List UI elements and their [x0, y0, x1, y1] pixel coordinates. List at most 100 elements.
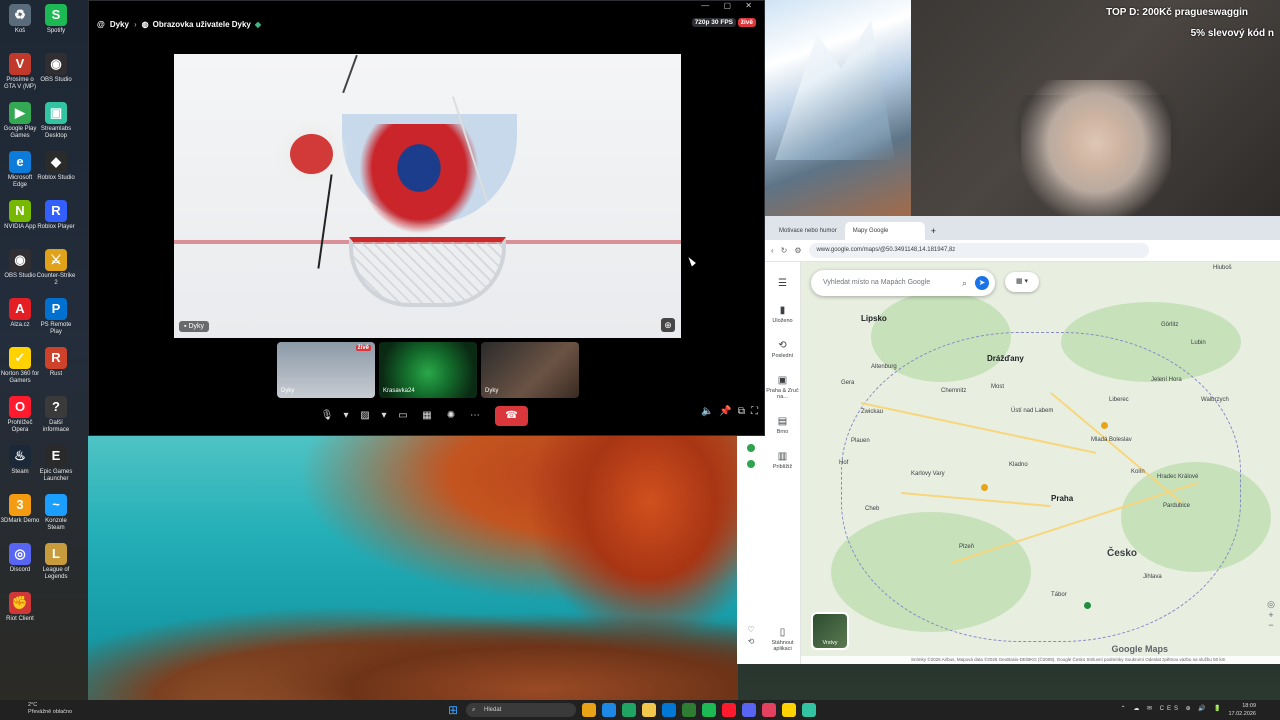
map-place-label[interactable]: Jelení Hora — [1151, 377, 1182, 383]
maps-sidebar-item[interactable]: ▥ Priblížiž — [765, 451, 800, 470]
more-icon[interactable]: ⋯ — [465, 406, 485, 426]
taskbar-app-icon[interactable] — [702, 703, 716, 717]
desktop-shortcut[interactable]: ✊ Riot Client — [0, 592, 40, 623]
zoom-in-icon[interactable]: + — [1264, 610, 1278, 620]
taskbar-app-icon[interactable] — [742, 703, 756, 717]
map-place-label[interactable]: Ústí nad Labem — [1011, 408, 1053, 414]
locate-icon[interactable]: ◎ — [1264, 599, 1278, 610]
map-place-label[interactable]: Plauen — [851, 438, 870, 444]
desktop-shortcut[interactable]: P PS Remote Play — [36, 298, 76, 336]
desktop-shortcut[interactable]: ♨ Steam — [0, 445, 40, 476]
taskbar-app-icon[interactable] — [602, 703, 616, 717]
new-tab-button[interactable]: + — [925, 222, 942, 240]
taskbar-app-icon[interactable] — [582, 703, 596, 717]
map-place-label[interactable]: Liberec — [1109, 397, 1129, 403]
hotels-filter-chip[interactable]: ▦ ▾ — [1005, 272, 1039, 292]
participant-tile[interactable]: Krasavka24 — [379, 342, 477, 398]
map-place-label[interactable]: Lubin — [1191, 340, 1206, 346]
microphone-icon[interactable]: 🎙 — [317, 406, 337, 426]
extension-icon[interactable] — [747, 460, 755, 468]
map-place-label[interactable]: Lipsko — [861, 314, 887, 323]
map-place-label[interactable]: Zwickau — [861, 409, 883, 415]
map-place-label[interactable]: Česko — [1107, 548, 1137, 559]
participant-tile[interactable]: Dyky — [481, 342, 579, 398]
heart-icon[interactable]: ♡ — [737, 625, 765, 634]
taskbar-search-input[interactable]: ⌕ Hledat — [466, 703, 576, 717]
chevron-down-icon[interactable]: ▾ — [379, 406, 389, 426]
maps-sidebar-item[interactable]: ☰ — [765, 278, 800, 289]
map-place-label[interactable]: Gera — [841, 380, 854, 386]
desktop-shortcut[interactable]: R Rust — [36, 347, 76, 378]
map-place-label[interactable]: Jihlava — [1143, 574, 1162, 580]
taskbar-app-icon[interactable] — [682, 703, 696, 717]
windows-start-icon[interactable]: ⊞ — [448, 703, 462, 717]
extension-icon[interactable] — [747, 444, 755, 452]
map-place-label[interactable]: Hradec Králové — [1157, 474, 1198, 480]
desktop-shortcut[interactable]: ⚔ Counter-Strike 2 — [36, 249, 76, 287]
desktop-shortcut[interactable]: ◉ OBS Studio — [0, 249, 40, 280]
history-icon[interactable]: ⟲ — [737, 637, 765, 646]
desktop-shortcut[interactable]: ◎ Discord — [0, 543, 40, 574]
soundboard-icon[interactable]: ✺ — [441, 406, 461, 426]
activities-icon[interactable]: ▦ — [417, 406, 437, 426]
taskbar-app-icon[interactable] — [662, 703, 676, 717]
map-place-label[interactable]: Pardubice — [1163, 503, 1190, 509]
desktop-shortcut[interactable]: ▣ Streamlabs Desktop — [36, 102, 76, 140]
taskbar-app-icon[interactable] — [722, 703, 736, 717]
map-place-label[interactable]: Praha — [1051, 494, 1073, 503]
taskbar-app-icon[interactable] — [622, 703, 636, 717]
map-place-label[interactable]: Karlovy Vary — [911, 471, 945, 477]
desktop-shortcut[interactable]: S Spotify — [36, 4, 76, 35]
desktop-shortcut[interactable]: ✓ Norton 360 for Gamers — [0, 347, 40, 385]
weather-widget[interactable]: 2°C Převážně oblačno — [28, 702, 72, 716]
taskbar-app-icon[interactable] — [782, 703, 796, 717]
search-icon[interactable]: ⌕ — [962, 270, 967, 296]
hangup-button[interactable]: ☎ — [495, 406, 528, 426]
desktop-shortcut[interactable]: L League of Legends — [36, 543, 76, 581]
desktop-shortcut[interactable]: ◆ Roblox Studio — [36, 151, 76, 182]
taskbar-app-icon[interactable] — [642, 703, 656, 717]
tab-google-maps[interactable]: Mapy Google — [844, 222, 925, 240]
map-place-label[interactable]: Hof — [839, 460, 848, 466]
maps-sidebar-item[interactable]: ▣ Praha & Zruč na... — [765, 375, 800, 400]
reload-icon[interactable]: ↻ — [781, 246, 788, 255]
desktop-shortcut[interactable]: N NVIDIA App — [0, 200, 40, 231]
map-pin[interactable] — [1101, 422, 1108, 429]
participant-tile[interactable]: živě Dyky — [277, 342, 375, 398]
system-tray-icons[interactable]: ⌃ ☁ ✉ CES ⊕ 🔊 🔋 — [1121, 705, 1224, 712]
desktop-shortcut[interactable]: 3 3DMark Demo — [0, 494, 40, 525]
map-pin[interactable] — [1084, 602, 1091, 609]
url-field[interactable]: www.google.com/maps/@50.3491148,14.18194… — [808, 243, 1149, 258]
popout-icon[interactable]: ⧉ — [738, 406, 745, 417]
map-place-label[interactable]: Plzeň — [959, 544, 974, 550]
back-icon[interactable]: ‹ — [771, 246, 774, 255]
map-place-label[interactable]: Most — [991, 384, 1004, 390]
map-place-label[interactable]: Altenburg — [871, 364, 897, 370]
camera-off-icon[interactable]: ▨ — [355, 406, 375, 426]
maps-sidebar-item[interactable]: ⟲ Poslední — [765, 340, 800, 359]
zoom-icon[interactable]: ⊕ — [661, 318, 675, 332]
chevron-down-icon[interactable]: ▾ — [341, 406, 351, 426]
maps-sidebar-item[interactable]: ▯ Stáhnout aplikaci — [765, 627, 800, 652]
layers-button[interactable]: Vrstvy — [811, 612, 849, 650]
map-place-label[interactable]: Cheb — [865, 506, 879, 512]
maps-sidebar-item[interactable]: ▮ Uloženo — [765, 305, 800, 324]
screen-share-icon[interactable]: ▭ — [393, 406, 413, 426]
main-stream-view[interactable]: ▪ Dyky ⊕ — [174, 54, 681, 338]
desktop-shortcut[interactable]: R Roblox Player — [36, 200, 76, 231]
map-place-label[interactable]: Mladá Boleslav — [1091, 437, 1132, 443]
desktop-shortcut[interactable]: ◉ OBS Studio — [36, 53, 76, 84]
maps-sidebar-item[interactable]: ▤ Brno — [765, 416, 800, 435]
map-pin[interactable] — [981, 484, 988, 491]
channel-name[interactable]: Dyky — [110, 20, 129, 29]
taskbar-app-icon[interactable] — [802, 703, 816, 717]
site-settings-icon[interactable]: ⚙ — [794, 246, 801, 255]
map-place-label[interactable]: Chemnitz — [941, 388, 966, 394]
desktop-shortcut[interactable]: ▶ Google Play Games — [0, 102, 40, 140]
zoom-out-icon[interactable]: − — [1264, 620, 1278, 630]
map-place-label[interactable]: Hluboš — [1213, 265, 1232, 271]
fullscreen-icon[interactable]: ⛶ — [751, 406, 758, 417]
pin-icon[interactable]: 📌 — [719, 406, 731, 417]
map-place-label[interactable]: Tábor — [1051, 592, 1067, 598]
clock[interactable]: 18:09 17.02.2026 — [1228, 702, 1256, 718]
